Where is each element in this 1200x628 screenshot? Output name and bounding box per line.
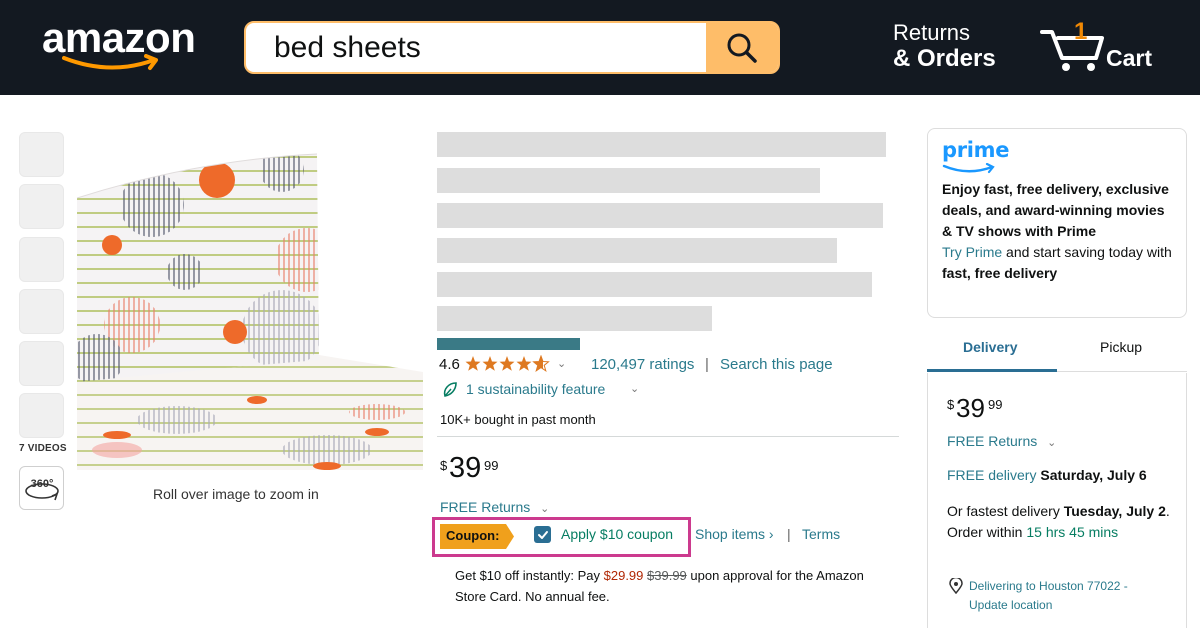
coupon-checkbox[interactable] <box>534 526 551 543</box>
prime-description: Enjoy fast, free delivery, exclusive dea… <box>942 181 1172 281</box>
apply-coupon-label[interactable]: Apply $10 coupon <box>561 526 673 542</box>
tab-delivery[interactable]: Delivery <box>963 339 1017 355</box>
coupon-label: Coupon: <box>446 528 500 543</box>
thumbnail-5[interactable] <box>19 341 64 386</box>
terms-link[interactable]: Terms <box>802 526 840 542</box>
returns-label: Returns <box>893 20 971 45</box>
search-this-page-link[interactable]: Search this page <box>720 356 833 373</box>
leaf-icon <box>443 382 457 397</box>
divider <box>437 436 899 437</box>
returns-orders-link[interactable]: Returns & Orders <box>893 20 996 72</box>
title-placeholder-5 <box>437 272 872 297</box>
title-placeholder-1 <box>437 132 886 157</box>
store-card-old-price: $39.99 <box>647 568 687 583</box>
product-image[interactable] <box>77 150 423 470</box>
thumbnail-6[interactable] <box>19 393 64 438</box>
location-pin-icon <box>949 578 963 594</box>
tab-pickup[interactable]: Pickup <box>1100 339 1142 355</box>
active-tab-indicator <box>927 369 1057 372</box>
amazon-logo[interactable]: amazon <box>42 14 212 76</box>
cart-button[interactable]: 1 Cart <box>1040 18 1170 78</box>
spin-360-button[interactable]: 360° <box>19 466 64 510</box>
checkmark-icon <box>537 530 548 539</box>
fastest-delivery-info: Or fastest delivery Tuesday, July 2. Ord… <box>947 503 1170 540</box>
smile-arrow-icon <box>62 54 158 70</box>
star-rating-icon[interactable] <box>465 355 551 373</box>
store-card-offer[interactable]: Get $10 off instantly: Pay $29.99 $39.99… <box>455 565 875 607</box>
search-icon <box>727 33 757 63</box>
chevron-down-icon: ⌄ <box>1047 437 1057 449</box>
thumbnail-1[interactable] <box>19 132 64 177</box>
shop-items-link[interactable]: Shop items › <box>695 526 774 542</box>
title-placeholder-2 <box>437 168 820 193</box>
thumbnail-4[interactable] <box>19 289 64 334</box>
free-delivery-link[interactable]: FREE delivery <box>947 467 1036 483</box>
search-bar <box>244 21 780 74</box>
search-button[interactable] <box>706 23 778 72</box>
fastest-delivery-date: Tuesday, July 2 <box>1063 503 1166 519</box>
prime-headline: Enjoy fast, free delivery, exclusive dea… <box>942 181 1169 239</box>
cart-label: Cart <box>1106 45 1153 71</box>
svg-text:360°: 360° <box>30 478 53 490</box>
separator: | <box>705 356 709 373</box>
free-returns-link[interactable]: FREE Returns ⌄ <box>440 499 549 515</box>
fulfillment-tabs: Delivery Pickup <box>927 327 1187 373</box>
chevron-down-icon: ⌄ <box>540 503 550 515</box>
videos-count-label: 7 VIDEOS <box>19 443 67 454</box>
cart-count-badge: 1 <box>1074 18 1088 45</box>
thumbnail-3[interactable] <box>19 237 64 282</box>
order-within-countdown: 15 hrs 45 mins <box>1026 524 1119 540</box>
rotate-360-icon: 360° <box>24 478 59 501</box>
title-placeholder-6 <box>437 306 712 331</box>
bought-past-month: 10K+ bought in past month <box>440 412 596 427</box>
cart-icon <box>1040 30 1104 71</box>
thumbnail-2[interactable] <box>19 184 64 229</box>
separator: | <box>787 526 791 542</box>
zoom-hint: Roll over image to zoom in <box>153 486 319 502</box>
chevron-down-icon[interactable]: ⌄ <box>557 357 566 370</box>
orders-label: & Orders <box>893 45 996 72</box>
ratings-count-link[interactable]: 120,497 ratings <box>591 356 694 373</box>
chevron-down-icon[interactable]: ⌄ <box>630 382 639 395</box>
prime-logo: prime <box>942 138 1010 162</box>
title-placeholder-3 <box>437 203 883 228</box>
store-link-placeholder[interactable] <box>437 338 580 350</box>
title-placeholder-4 <box>437 238 837 263</box>
delivery-date: Saturday, July 6 <box>1040 467 1147 483</box>
top-nav-bar: amazon Returns & Orders 1 Cart <box>0 0 1200 95</box>
search-input[interactable] <box>246 23 708 72</box>
try-prime-link[interactable]: Try Prime <box>942 244 1002 260</box>
buybox-free-returns-link[interactable]: FREE Returns ⌄ <box>947 433 1056 449</box>
sustainability-link[interactable]: 1 sustainability feature <box>466 381 605 397</box>
prime-smile-icon <box>942 163 995 174</box>
free-delivery-info: FREE delivery Saturday, July 6 <box>947 467 1147 483</box>
rating-value: 4.6 <box>439 356 460 373</box>
store-card-new-price: $29.99 <box>603 568 644 583</box>
